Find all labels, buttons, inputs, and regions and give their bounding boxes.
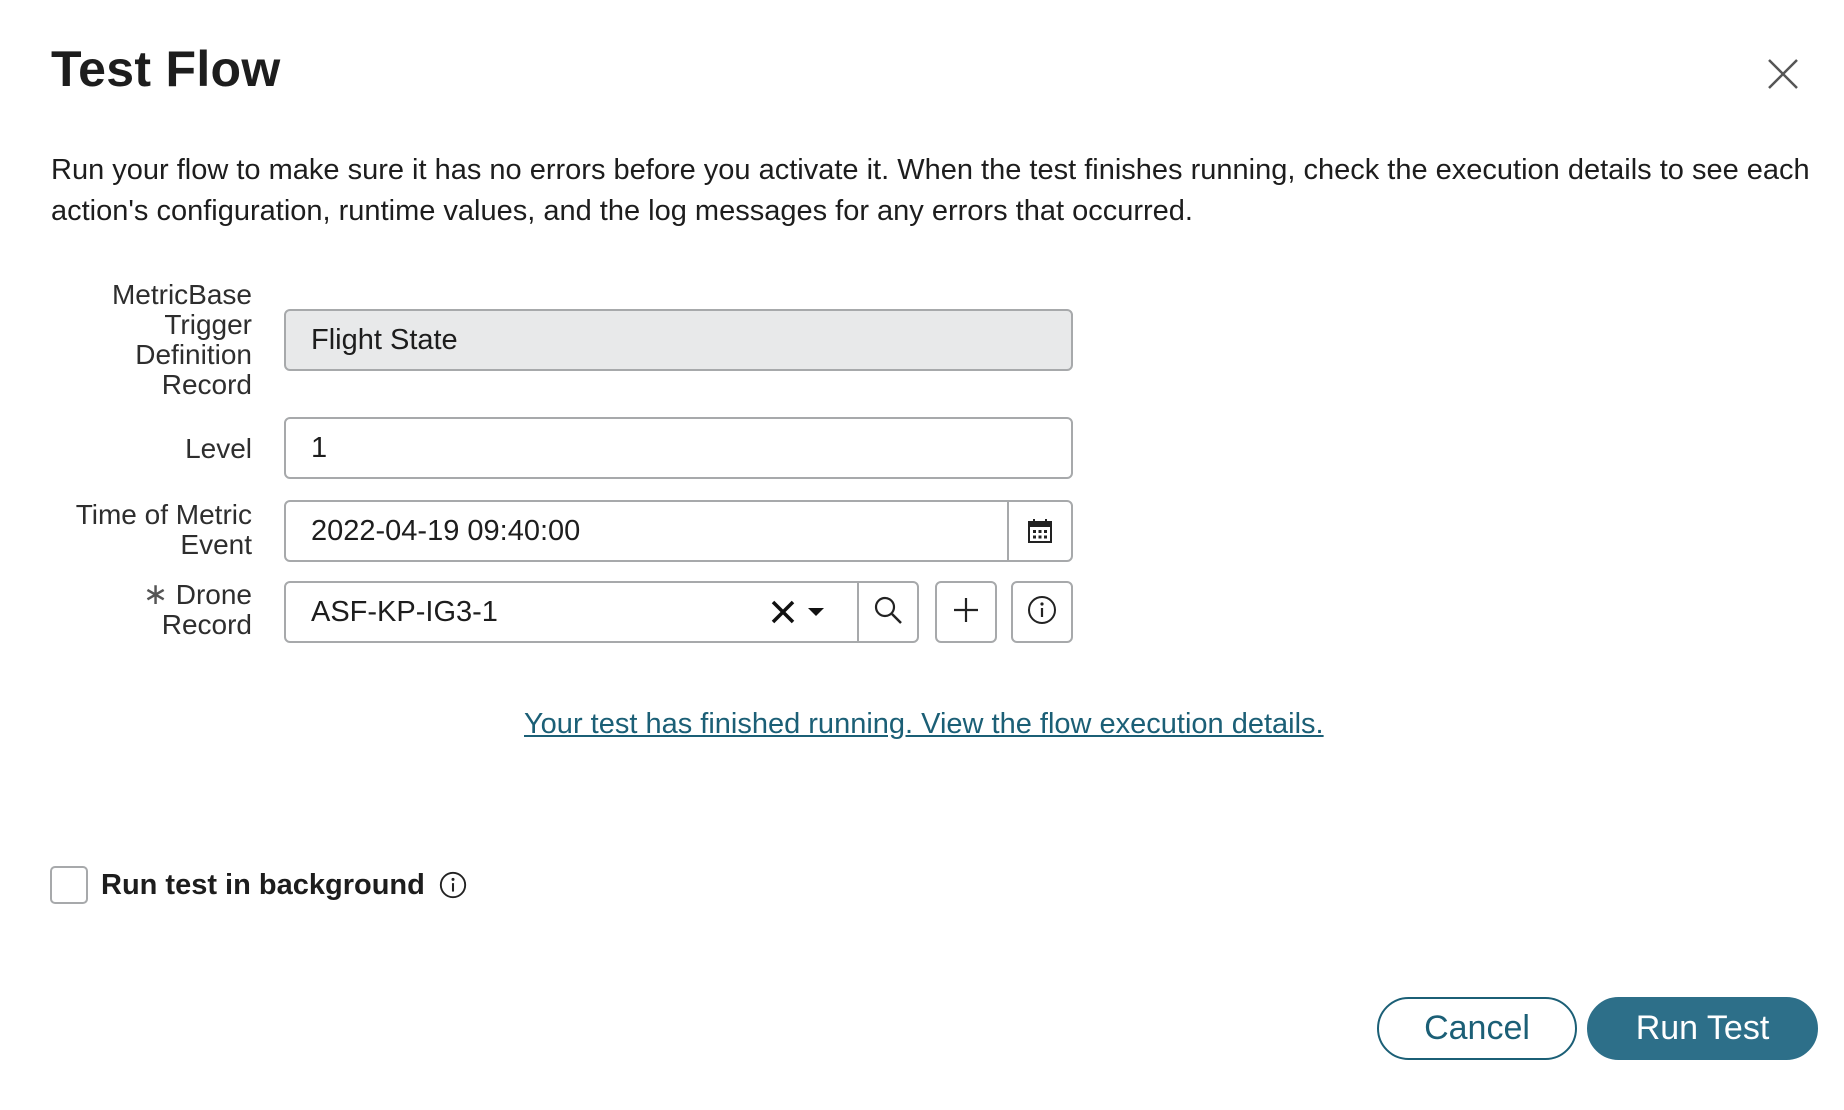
- required-icon: ∗: [142, 578, 168, 611]
- search-icon: [872, 594, 904, 631]
- info-icon: [1026, 594, 1058, 631]
- run-background-checkbox[interactable]: [50, 866, 88, 904]
- run-background-row: Run test in background: [50, 866, 469, 904]
- drone-label-text: Drone: [175, 579, 252, 610]
- record-info-button[interactable]: [1011, 581, 1073, 643]
- time-label: Time of Metric Event: [76, 500, 252, 560]
- clear-icon[interactable]: [765, 594, 801, 630]
- level-label: Level: [185, 433, 252, 464]
- dialog-title: Test Flow: [51, 41, 281, 97]
- dialog-description: Run your flow to make sure it has no err…: [51, 154, 1810, 227]
- run-background-label[interactable]: Run test in background: [101, 869, 425, 902]
- close-icon[interactable]: [1761, 52, 1805, 96]
- drone-label-line: ∗ Drone: [143, 580, 252, 610]
- time-value[interactable]: 2022-04-19 09:40:00: [286, 502, 1007, 560]
- drone-reference-input[interactable]: ASF-KP-IG3-1: [284, 581, 859, 643]
- lookup-button[interactable]: [857, 581, 919, 643]
- calendar-icon[interactable]: [1007, 502, 1071, 560]
- trigger-label-line: MetricBase: [111, 279, 252, 310]
- drone-label-line: Record: [161, 609, 252, 640]
- test-flow-dialog: Test Flow Run your flow to make sure it …: [0, 0, 1844, 1110]
- trigger-label-line: Record: [161, 369, 252, 400]
- run-test-button[interactable]: Run Test: [1587, 997, 1818, 1060]
- trigger-record-label: MetricBase Trigger Definition Record: [112, 280, 252, 400]
- time-input[interactable]: 2022-04-19 09:40:00: [284, 500, 1073, 562]
- time-label-line: Event: [180, 529, 252, 560]
- chevron-down-icon[interactable]: [801, 597, 831, 627]
- drone-value[interactable]: ASF-KP-IG3-1: [286, 596, 765, 629]
- info-icon[interactable]: [437, 869, 469, 901]
- plus-icon: [951, 595, 981, 630]
- level-input[interactable]: 1: [284, 417, 1073, 479]
- time-label-line: Time of Metric: [75, 499, 252, 530]
- execution-details-link[interactable]: Your test has finished running. View the…: [524, 708, 1324, 741]
- cancel-button[interactable]: Cancel: [1377, 997, 1577, 1060]
- trigger-record-field: Flight State: [284, 309, 1073, 371]
- trigger-label-line: Trigger: [164, 309, 252, 340]
- drone-label: ∗ Drone Record: [143, 580, 252, 640]
- trigger-label-line: Definition: [135, 339, 252, 370]
- add-record-button[interactable]: [935, 581, 997, 643]
